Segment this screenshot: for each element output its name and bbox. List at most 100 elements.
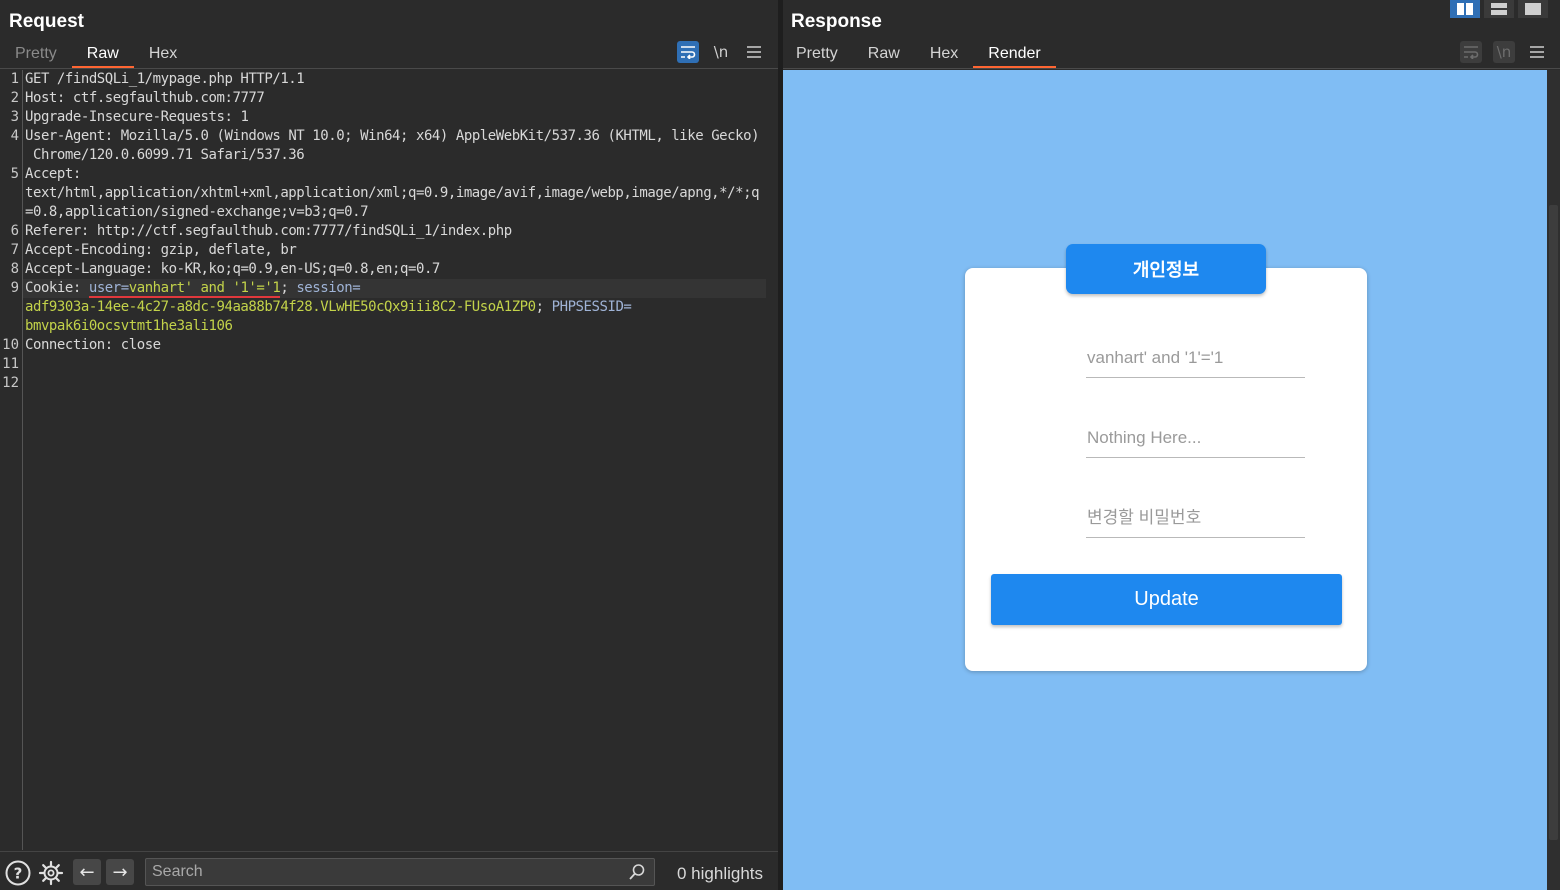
help-icon: ? (5, 860, 31, 886)
tabs-divider (0, 68, 778, 69)
line-number: 1 (10, 71, 19, 87)
injected-cookie-underline: user=vanhart' and '1'='1 (88, 280, 281, 298)
response-panel-title: Response (791, 11, 882, 32)
tab-pretty[interactable]: Pretty (781, 42, 853, 68)
cookie-name: user (88, 280, 121, 296)
newline-toggle-button[interactable]: \n (1493, 41, 1515, 63)
cookie-value: vanhart' and '1'='1 (128, 280, 281, 296)
stacked-layout-button[interactable] (1484, 0, 1514, 18)
header-accept-continued: text/html,application/xhtml+xml,applicat… (25, 185, 760, 201)
wrap-lines-button[interactable] (1460, 41, 1482, 63)
header-value: http://ctf.segfaulthub.com:7777/findSQLi… (96, 223, 512, 239)
request-panel: Request Pretty Raw Hex \n 1 2 3 4 5 6 7 … (0, 0, 778, 890)
header-key: Accept (25, 166, 73, 182)
line-number: 2 (10, 90, 19, 106)
tab-pretty[interactable]: Pretty (0, 42, 72, 68)
burp-repeater-view: Request Pretty Raw Hex \n 1 2 3 4 5 6 7 … (0, 0, 1560, 890)
request-panel-title: Request (9, 11, 84, 32)
header-key: Connection (25, 337, 105, 353)
header-accept: Accept: (25, 166, 81, 182)
line-number: 8 (10, 261, 19, 277)
header-user-agent-continued: Chrome/120.0.6099.71 Safari/537.36 (25, 147, 305, 163)
header-value: gzip, deflate, br (160, 242, 297, 258)
header-accept-continued: =0.8,application/signed-exchange;v=b3;q=… (25, 204, 369, 220)
hamburger-menu-icon (1530, 46, 1544, 58)
header-value: Mozilla/5.0 (Windows NT 10.0; Win64; x64… (120, 128, 760, 144)
line-number: 4 (10, 128, 19, 144)
single-layout-button[interactable] (1518, 0, 1548, 18)
search-icon (629, 864, 645, 880)
search-input[interactable] (152, 862, 612, 882)
response-scrollbar[interactable] (1547, 70, 1560, 890)
gear-icon (38, 860, 64, 886)
response-panel: Response Pretty Raw Hex Render \n 개인정보 U… (783, 0, 1560, 890)
tabs-divider (783, 68, 1560, 69)
tab-render[interactable]: Render (973, 42, 1056, 68)
line-number: 10 (2, 337, 19, 353)
scrollbar-thumb[interactable] (1549, 205, 1558, 840)
tab-hex[interactable]: Hex (915, 42, 973, 68)
arrow-left-icon: ← (79, 861, 95, 883)
rendered-page: 개인정보 Update (783, 70, 1547, 890)
cookie-name: session (296, 280, 353, 296)
new-password-field[interactable] (1086, 498, 1305, 538)
request-tabs: Pretty Raw Hex (0, 42, 192, 68)
header-key: Accept-Encoding (25, 242, 145, 258)
update-button[interactable]: Update (991, 574, 1342, 625)
header-cookie-continued: bmvpak6i0ocsvtmt1he3ali106 (25, 317, 233, 336)
svg-text:?: ? (14, 865, 23, 883)
header-accept-language: Accept-Language: ko-KR,ko;q=0.9,en-US;q=… (25, 261, 441, 277)
tab-raw[interactable]: Raw (853, 42, 915, 68)
tab-raw[interactable]: Raw (71, 42, 134, 68)
wrap-lines-button[interactable] (677, 41, 699, 63)
line-number: 6 (10, 223, 19, 239)
back-button[interactable]: ← (73, 859, 101, 885)
header-key: Accept-Language (25, 261, 145, 277)
stacked-layout-icon (1491, 3, 1507, 15)
header-key: Host (25, 90, 57, 106)
wrap-lines-icon (681, 46, 696, 59)
request-menu-button[interactable] (743, 41, 765, 63)
request-editor[interactable]: 1 2 3 4 5 6 7 8 9 10 11 12 GET /findSQLi… (0, 70, 778, 850)
line-number: 3 (10, 109, 19, 125)
request-bottom-bar: ? ← → 0 highlights (0, 851, 778, 890)
header-referer: Referer: http://ctf.segfaulthub.com:7777… (25, 223, 512, 239)
info-field[interactable] (1086, 418, 1305, 458)
search-box (145, 858, 655, 886)
header-value: ctf.segfaulthub.com:7777 (72, 90, 265, 106)
header-key: User-Agent (25, 128, 105, 144)
hamburger-menu-icon (747, 46, 761, 58)
header-upgrade-insecure: Upgrade-Insecure-Requests: 1 (25, 109, 249, 125)
header-host: Host: ctf.segfaulthub.com:7777 (25, 90, 265, 106)
header-cookie-continued: adf9303a-14ee-4c27-a8dc-94aa88b74f28.VLw… (25, 299, 632, 315)
cookie-value: adf9303a-14ee-4c27-a8dc-94aa88b74f28.VLw… (25, 299, 536, 315)
header-value: 1 (240, 109, 249, 125)
forward-button[interactable]: → (106, 859, 134, 885)
header-value: close (120, 337, 161, 353)
help-button[interactable]: ? (5, 860, 31, 886)
profile-card: 개인정보 Update (965, 244, 1367, 671)
request-line: GET /findSQLi_1/mypage.php HTTP/1.1 (25, 71, 305, 87)
cookie-value: bmvpak6i0ocsvtmt1he3ali106 (25, 318, 233, 334)
arrow-right-icon: → (112, 861, 128, 883)
header-user-agent: User-Agent: Mozilla/5.0 (Windows NT 10.0… (25, 128, 760, 144)
response-menu-button[interactable] (1526, 41, 1548, 63)
cookie-name: PHPSESSID (551, 299, 624, 315)
line-number: 5 (10, 166, 19, 182)
side-by-side-layout-icon (1457, 3, 1473, 15)
side-by-side-layout-button[interactable] (1450, 0, 1480, 18)
line-number: 12 (2, 375, 19, 391)
tab-hex[interactable]: Hex (134, 42, 192, 68)
newline-toggle-button[interactable]: \n (710, 41, 732, 63)
header-cookie: Cookie: user=vanhart' and '1'='1; sessio… (25, 280, 361, 298)
header-key: Cookie (25, 280, 73, 296)
gutter-divider (22, 70, 23, 850)
line-number: 7 (10, 242, 19, 258)
header-value: ko-KR,ko;q=0.9,en-US;q=0.8,en;q=0.7 (160, 261, 441, 277)
highlights-count: 0 highlights (677, 864, 764, 883)
username-field[interactable] (1086, 338, 1305, 378)
line-number: 9 (10, 280, 19, 296)
settings-button[interactable] (38, 860, 64, 886)
header-connection: Connection: close (25, 337, 161, 353)
response-tabs: Pretty Raw Hex Render (781, 42, 1056, 68)
